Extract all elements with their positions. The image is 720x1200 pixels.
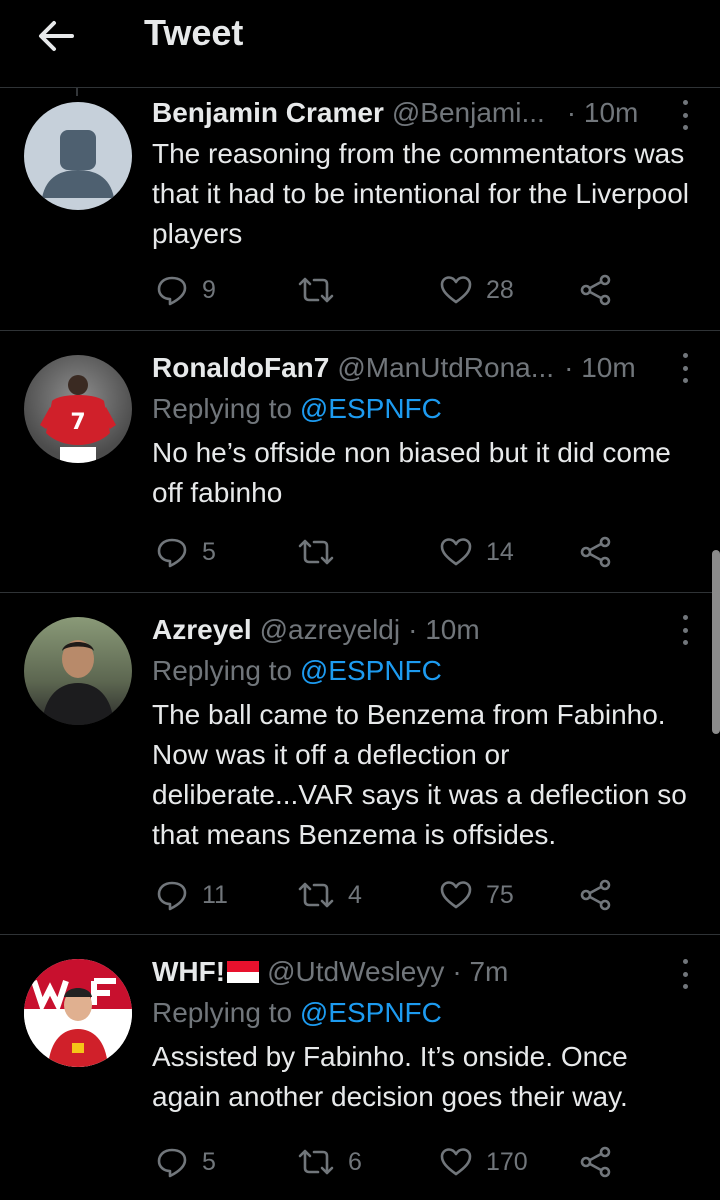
retweet-button[interactable]: 6 bbox=[298, 1142, 362, 1182]
display-name[interactable]: Azreyel bbox=[152, 614, 252, 646]
like-count: 75 bbox=[486, 880, 514, 909]
tweet-text: No he’s offside non biased but it did co… bbox=[152, 437, 671, 508]
retweet-count: 6 bbox=[348, 1147, 362, 1176]
tweet-text: Assisted by Fabinho. It’s onside. Once a… bbox=[152, 1041, 628, 1112]
avatar-photo[interactable]: 7 bbox=[24, 355, 132, 463]
tweet-text: The ball came to Benzema from Fabinho. N… bbox=[152, 699, 687, 850]
reply-icon bbox=[157, 538, 187, 568]
retweet-button[interactable]: 4 bbox=[298, 875, 362, 915]
top-bar: Tweet bbox=[0, 0, 720, 88]
like-button[interactable]: 14 bbox=[440, 532, 514, 572]
like-count: 28 bbox=[486, 275, 514, 304]
arrow-left-icon bbox=[39, 21, 74, 51]
replying-to-link[interactable]: @ESPNFC bbox=[300, 655, 442, 686]
scrollbar[interactable] bbox=[712, 550, 720, 734]
reply-tweet[interactable]: Azreyel @azreyeldj · 10m Replying to @ES… bbox=[0, 593, 720, 935]
timestamp[interactable]: · 10m bbox=[567, 97, 639, 129]
share-button[interactable] bbox=[580, 270, 612, 310]
replying-to-label: Replying to bbox=[152, 655, 293, 686]
more-options-icon[interactable] bbox=[682, 353, 688, 383]
retweet-icon bbox=[298, 277, 334, 303]
share-icon bbox=[580, 879, 611, 911]
reply-button[interactable]: 5 bbox=[156, 1142, 216, 1182]
like-button[interactable]: 170 bbox=[440, 1142, 528, 1182]
retweet-icon bbox=[298, 882, 334, 908]
avatar-photo[interactable] bbox=[24, 959, 132, 1067]
avatar-photo[interactable] bbox=[24, 617, 132, 725]
reply-count: 5 bbox=[202, 1147, 216, 1176]
flag-emoji-icon bbox=[227, 961, 260, 983]
reply-count: 11 bbox=[202, 880, 228, 909]
retweet-button[interactable] bbox=[298, 270, 348, 310]
default-avatar-icon bbox=[42, 130, 114, 198]
reply-tweet[interactable]: 7 RonaldoFan7 @ManUtdRona... · 10m Reply… bbox=[0, 331, 720, 593]
timestamp[interactable]: · 10m bbox=[564, 352, 636, 384]
share-icon bbox=[580, 274, 611, 306]
more-options-icon[interactable] bbox=[682, 959, 688, 989]
share-button[interactable] bbox=[580, 532, 612, 572]
share-icon bbox=[580, 536, 611, 568]
more-options-icon[interactable] bbox=[682, 615, 688, 645]
heart-icon bbox=[440, 881, 472, 909]
retweet-button[interactable] bbox=[298, 532, 348, 572]
reply-count: 5 bbox=[202, 537, 216, 566]
cartoon-avatar-icon bbox=[24, 959, 132, 1067]
retweet-icon bbox=[298, 539, 334, 565]
user-handle[interactable]: @ManUtdRona... bbox=[337, 352, 554, 384]
user-handle[interactable]: @Benjami... bbox=[392, 97, 545, 129]
replying-to: Replying to @ESPNFC bbox=[152, 651, 700, 691]
share-icon bbox=[580, 1146, 611, 1178]
reply-tweet[interactable]: WHF! @UtdWesleyy · 7m Replying to @ESPNF… bbox=[0, 935, 720, 1200]
like-button[interactable]: 75 bbox=[440, 875, 514, 915]
reply-button[interactable]: 9 bbox=[156, 270, 216, 310]
heart-icon bbox=[440, 538, 472, 566]
reply-count: 9 bbox=[202, 275, 216, 304]
like-count: 170 bbox=[486, 1147, 528, 1176]
share-button[interactable] bbox=[580, 875, 612, 915]
timestamp[interactable]: · 7m bbox=[452, 956, 508, 988]
user-handle[interactable]: @UtdWesleyy bbox=[267, 956, 444, 988]
avatar-default[interactable] bbox=[24, 102, 132, 210]
timestamp[interactable]: · 10m bbox=[408, 614, 480, 646]
heart-icon bbox=[440, 276, 472, 304]
tweet-text: The reasoning from the commentators was … bbox=[152, 138, 690, 249]
replying-to-link[interactable]: @ESPNFC bbox=[300, 393, 442, 424]
reply-icon bbox=[157, 881, 187, 911]
svg-text:7: 7 bbox=[70, 410, 85, 435]
user-handle[interactable]: @azreyeldj bbox=[260, 614, 400, 646]
share-button[interactable] bbox=[580, 1142, 612, 1182]
reply-tweet[interactable]: Benjamin Cramer @Benjami... · 10m The re… bbox=[0, 88, 720, 331]
replying-to-link[interactable]: @ESPNFC bbox=[300, 997, 442, 1028]
player-jersey-icon: 7 bbox=[40, 375, 116, 463]
replying-to-label: Replying to bbox=[152, 997, 293, 1028]
reply-button[interactable]: 11 bbox=[156, 875, 228, 915]
reply-icon bbox=[157, 276, 187, 306]
reply-icon bbox=[157, 1148, 187, 1178]
display-name[interactable]: RonaldoFan7 bbox=[152, 352, 329, 384]
heart-icon bbox=[440, 1148, 472, 1176]
replying-to: Replying to @ESPNFC bbox=[152, 993, 700, 1033]
retweet-count: 4 bbox=[348, 880, 362, 909]
page-title: Tweet bbox=[144, 12, 244, 53]
display-name[interactable]: WHF! bbox=[152, 956, 225, 988]
replying-to: Replying to @ESPNFC bbox=[152, 389, 700, 429]
display-name[interactable]: Benjamin Cramer bbox=[152, 97, 384, 129]
like-count: 14 bbox=[486, 537, 514, 566]
more-options-icon[interactable] bbox=[682, 100, 688, 130]
person-photo-icon bbox=[42, 640, 114, 725]
replying-to-label: Replying to bbox=[152, 393, 293, 424]
back-button[interactable] bbox=[36, 16, 76, 56]
reply-button[interactable]: 5 bbox=[156, 532, 216, 572]
retweet-icon bbox=[298, 1149, 334, 1175]
like-button[interactable]: 28 bbox=[440, 270, 514, 310]
